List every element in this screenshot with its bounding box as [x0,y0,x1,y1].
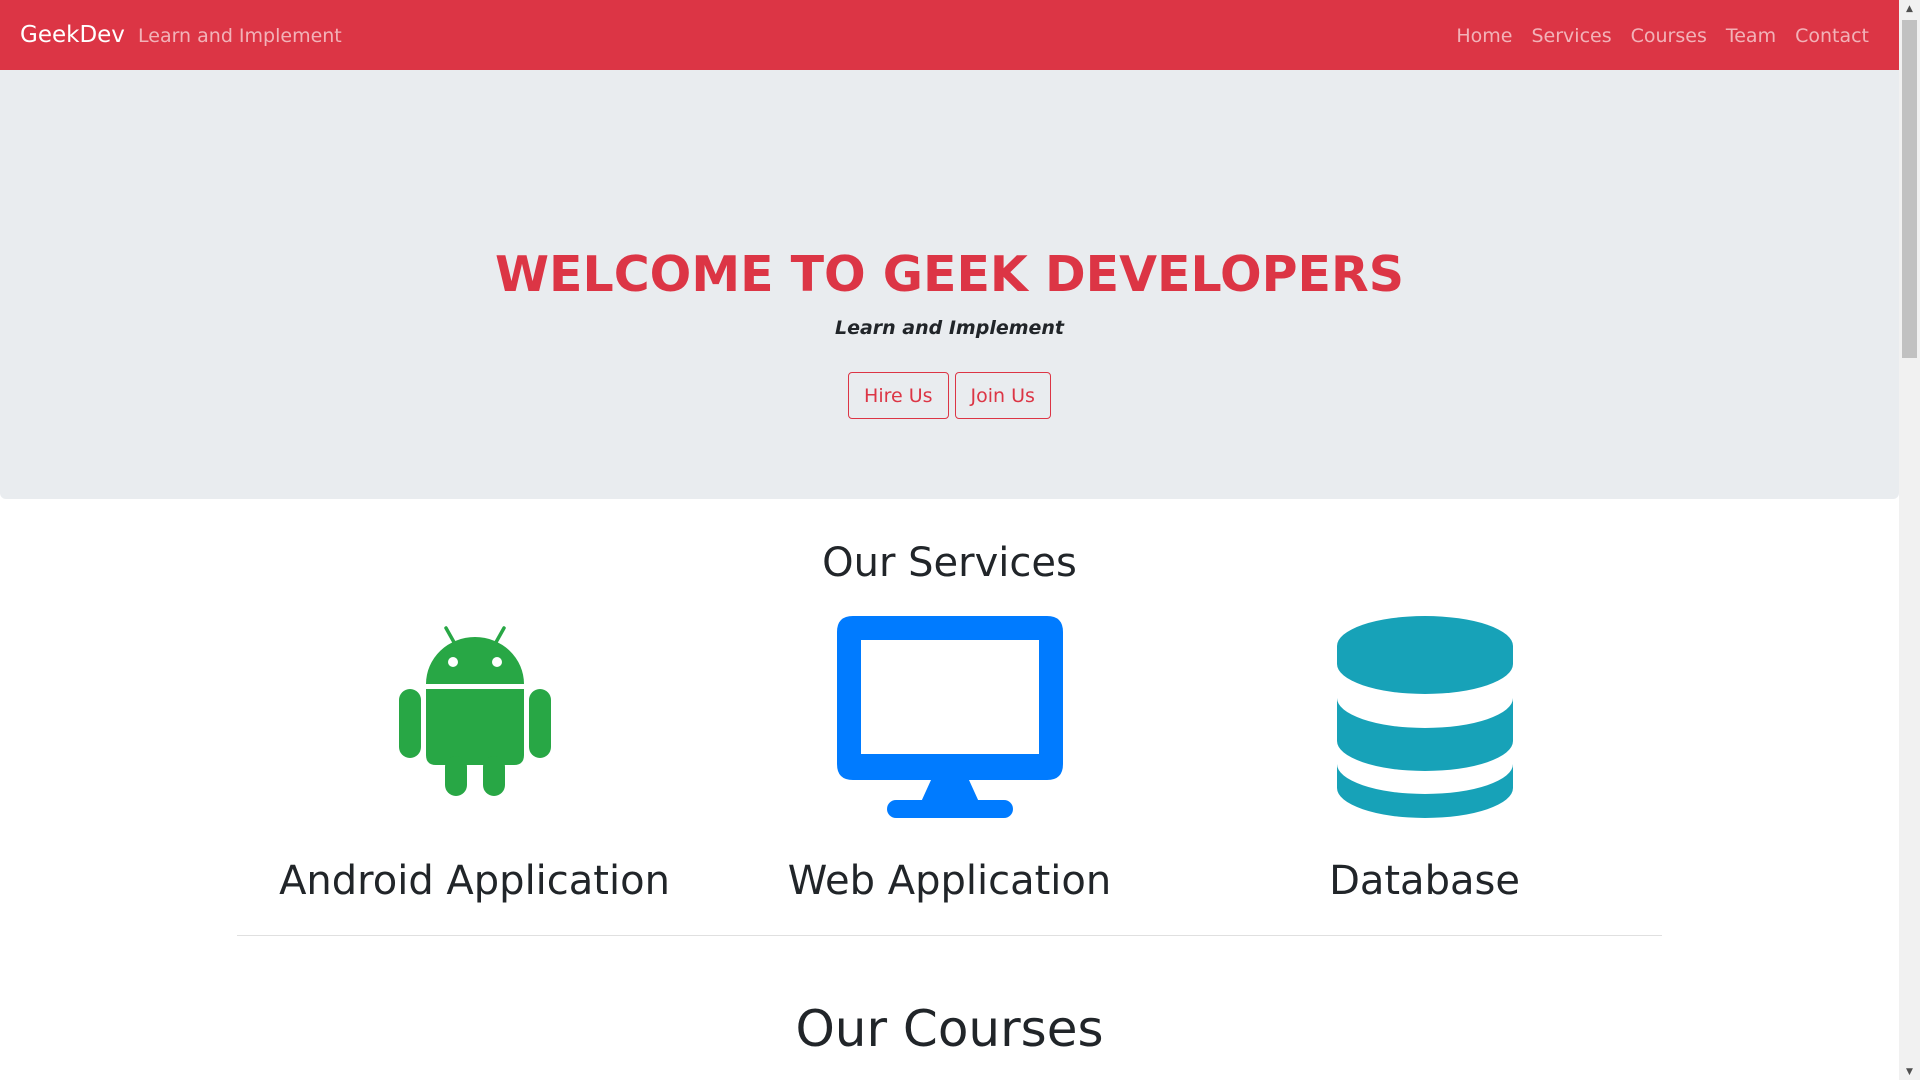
scrollbar-thumb[interactable] [1902,20,1917,358]
database-icon [1336,616,1513,818]
nav-link-home[interactable]: Home [1456,24,1512,48]
service-web: Web Application [712,616,1187,906]
hero-subtitle: Learn and Implement [834,317,1065,339]
android-icon [398,626,551,796]
service-label-android: Android Application [279,858,670,904]
nav-link-courses[interactable]: Courses [1631,24,1707,48]
service-database: Database [1187,616,1662,906]
vertical-scrollbar[interactable]: ▲ ▼ [1899,0,1920,1080]
service-label-database: Database [1329,858,1520,904]
brand-link[interactable]: GeekDev [20,20,125,50]
hero-section: WELCOME TO GEEK DEVELOPERS Learn and Imp… [0,70,1899,499]
navbar-tagline: Learn and Implement [138,25,342,47]
courses-title: Our Courses [795,1000,1104,1058]
services-title: Our Services [822,540,1077,586]
desktop-monitor-icon [836,616,1063,818]
service-android: Android Application [237,616,712,906]
section-divider [237,935,1662,936]
scroll-down-arrow-icon[interactable]: ▼ [1899,1063,1920,1080]
hero-title: WELCOME TO GEEK DEVELOPERS [494,246,1405,303]
navbar: GeekDev Learn and Implement Home Service… [0,0,1899,70]
join-us-button[interactable]: Join Us [954,372,1051,419]
nav-links: Home Services Courses Team Contact [1456,24,1869,48]
hire-us-button[interactable]: Hire Us [848,372,949,419]
hero-buttons: Hire Us Join Us [0,372,1899,419]
service-label-web: Web Application [787,858,1112,904]
nav-link-services[interactable]: Services [1532,24,1612,48]
page: GeekDev Learn and Implement Home Service… [0,0,1899,1080]
nav-link-team[interactable]: Team [1726,24,1776,48]
scroll-up-arrow-icon[interactable]: ▲ [1899,0,1920,17]
nav-link-contact[interactable]: Contact [1795,24,1869,48]
